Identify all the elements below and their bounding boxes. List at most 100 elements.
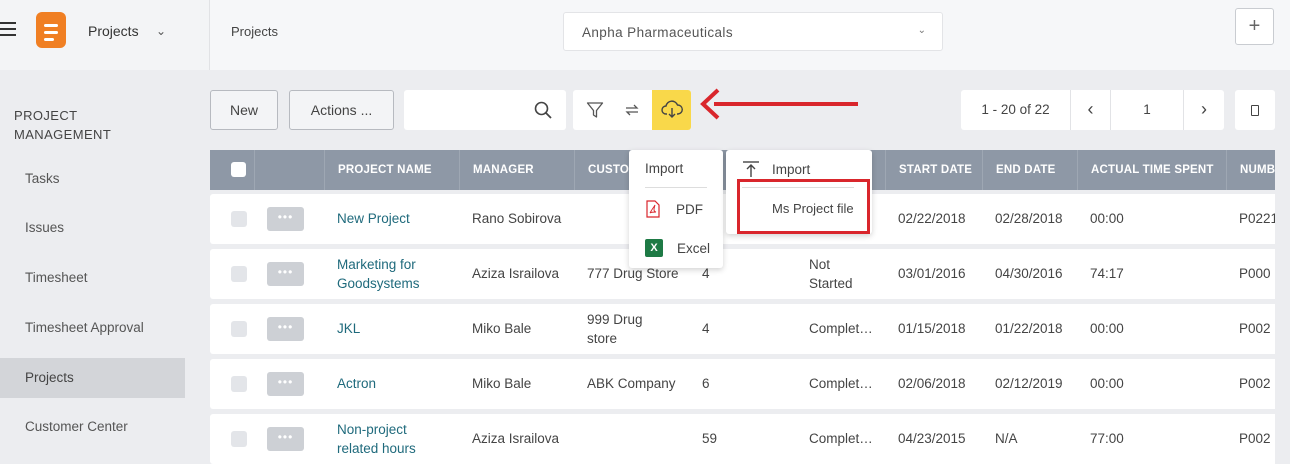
row-more-button[interactable]: ••• [267, 372, 304, 396]
upload-icon [743, 161, 759, 177]
export-menu: Import PDF X Excel [629, 150, 723, 268]
select-all-checkbox[interactable] [231, 162, 246, 177]
header-actions-col [254, 150, 324, 190]
time-cell: 00:00 [1090, 376, 1124, 391]
menu-item-label: PDF [676, 201, 703, 217]
company-select[interactable]: Anpha Pharmaceuticals ⌄ [563, 12, 943, 51]
table-row[interactable]: ••• Marketing for Goodsystems Aziza Isra… [210, 249, 1275, 299]
project-name-link[interactable]: JKL [337, 319, 360, 338]
prev-page-button[interactable]: ‹ [1071, 90, 1111, 130]
header-manager[interactable]: MANAGER [459, 150, 574, 190]
toolbar-icon-group [573, 90, 691, 130]
menu-item-pdf[interactable]: PDF [645, 197, 703, 221]
table-row[interactable]: ••• Actron Miko Bale ABK Company 6 Compl… [210, 359, 1275, 409]
project-name-link[interactable]: Marketing for [337, 255, 416, 274]
top-bar: Projects ⌄ Projects Anpha Pharmaceutical… [0, 0, 1290, 70]
manager-cell: Aziza Israilova [472, 266, 560, 281]
start-date-cell: 02/06/2018 [898, 376, 966, 391]
menu-item-excel[interactable]: X Excel [645, 236, 710, 260]
search-input[interactable] [404, 90, 566, 130]
module-selector[interactable]: Projects [88, 23, 139, 39]
sidebar: PROJECT MANAGEMENT Tasks Issues Timeshee… [0, 70, 210, 464]
number-cell: P000 [1239, 266, 1271, 281]
row-checkbox[interactable] [231, 321, 247, 337]
header-number[interactable]: NUMBER [1226, 150, 1275, 190]
project-name-link[interactable]: related hours [337, 439, 416, 458]
pagination: 1 - 20 of 22 ‹ 1 › [961, 90, 1224, 130]
company-select-value: Anpha Pharmaceuticals [582, 25, 733, 40]
time-cell: 00:00 [1090, 321, 1124, 336]
swap-icon[interactable] [612, 90, 651, 130]
time-cell: 77:00 [1090, 431, 1124, 446]
pdf-icon [646, 200, 660, 218]
project-name-link[interactable]: Goodsystems [337, 274, 420, 293]
chevron-down-icon[interactable]: ⌄ [156, 24, 166, 38]
manager-cell: Rano Sobirova [472, 211, 562, 226]
row-more-button[interactable]: ••• [267, 317, 304, 341]
row-more-button[interactable]: ••• [267, 207, 304, 231]
customer-cell: store [587, 331, 618, 346]
sidebar-item-projects[interactable]: Projects [0, 358, 185, 398]
project-name-link[interactable]: Non-project [337, 420, 407, 439]
manager-cell: Miko Bale [472, 321, 532, 336]
row-more-button[interactable]: ••• [267, 262, 304, 286]
page-range: 1 - 20 of 22 [961, 90, 1071, 130]
search-icon[interactable] [534, 101, 552, 119]
status-cell: Not [809, 257, 831, 272]
menu-item-import[interactable]: Import [742, 160, 810, 178]
number-cell: P002 [1239, 376, 1271, 391]
number-cell: P002 [1239, 321, 1271, 336]
start-date-cell: 04/23/2015 [898, 431, 966, 446]
annotation-arrow-icon [700, 88, 858, 120]
number-cell: P0221 [1239, 211, 1275, 226]
excel-icon: X [645, 239, 663, 257]
end-date-cell: N/A [995, 431, 1018, 446]
manager-cell: Miko Bale [472, 376, 532, 391]
next-page-button[interactable]: › [1184, 90, 1224, 130]
sidebar-item-issues[interactable]: Issues [0, 208, 185, 248]
sidebar-item-timesheet[interactable]: Timesheet [0, 258, 185, 298]
header-actual-time[interactable]: ACTUAL TIME SPENT [1077, 150, 1226, 190]
export-menu-header[interactable]: Import [645, 161, 683, 176]
row-checkbox[interactable] [231, 211, 247, 227]
customer-cell: 999 Drug [587, 312, 643, 327]
add-button[interactable]: + [1235, 8, 1274, 45]
project-name-link[interactable]: Actron [337, 374, 376, 393]
time-cell: 74:17 [1090, 266, 1124, 281]
status-cell: Complet… [809, 321, 873, 336]
count-cell: 6 [702, 376, 710, 391]
table-row[interactable]: ••• Non-project related hours Aziza Isra… [210, 414, 1275, 464]
app-logo [36, 12, 66, 48]
new-button[interactable]: New [210, 90, 278, 130]
page-number-input[interactable]: 1 [1111, 90, 1184, 130]
header-start-date[interactable]: START DATE [885, 150, 982, 190]
sidebar-item-customer-center[interactable]: Customer Center [0, 407, 185, 447]
count-cell: 59 [702, 431, 718, 446]
row-checkbox[interactable] [231, 431, 247, 447]
end-date-cell: 02/28/2018 [995, 211, 1063, 226]
actions-button[interactable]: Actions ... [289, 90, 394, 130]
time-cell: 00:00 [1090, 211, 1124, 226]
sidebar-item-tasks[interactable]: Tasks [0, 159, 185, 199]
manager-cell: Aziza Israilova [472, 431, 560, 446]
row-checkbox[interactable] [231, 376, 247, 392]
row-more-button[interactable]: ••• [267, 427, 304, 451]
breadcrumb: Projects [231, 24, 278, 39]
start-date-cell: 01/15/2018 [898, 321, 966, 336]
header-project-name[interactable]: PROJECT NAME [324, 150, 459, 190]
hamburger-menu-icon[interactable] [0, 22, 18, 40]
status-cell: Complet… [809, 376, 873, 391]
start-date-cell: 03/01/2016 [898, 266, 966, 281]
columns-button[interactable] [1235, 90, 1275, 130]
sidebar-item-timesheet-approval[interactable]: Timesheet Approval [0, 308, 185, 348]
table-row[interactable]: ••• JKL Miko Bale 999 Drug store 4 Compl… [210, 304, 1275, 354]
start-date-cell: 02/22/2018 [898, 211, 966, 226]
filter-icon[interactable] [575, 90, 614, 130]
row-checkbox[interactable] [231, 266, 247, 282]
top-left-panel: Projects ⌄ [0, 0, 210, 70]
menu-item-label: Excel [677, 240, 711, 256]
header-end-date[interactable]: END DATE [982, 150, 1077, 190]
cloud-download-icon[interactable] [652, 90, 691, 130]
project-name-link[interactable]: New Project [337, 209, 410, 228]
menu-item-label: Import [772, 161, 811, 177]
